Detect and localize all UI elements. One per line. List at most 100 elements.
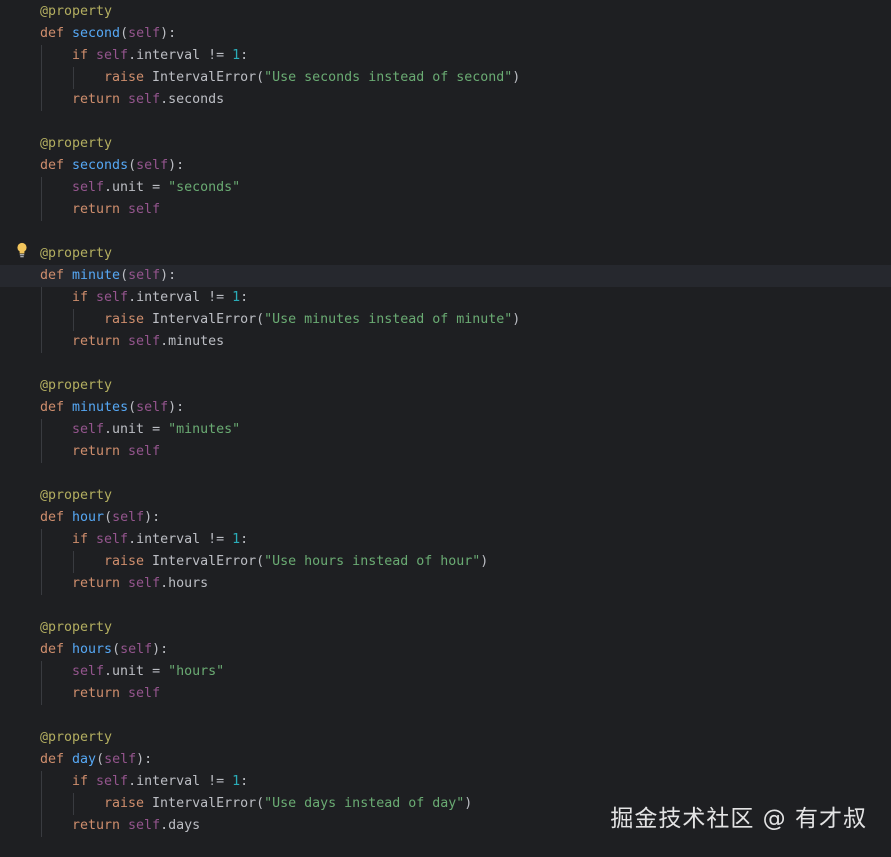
- code-line-content: if self.interval != 1:: [72, 529, 248, 551]
- code-line[interactable]: self.unit = "hours": [0, 661, 891, 683]
- code-token-kw: return: [72, 686, 129, 701]
- code-token-txt: .minutes: [160, 334, 225, 349]
- code-line[interactable]: def seconds(self):: [0, 155, 891, 177]
- code-editor[interactable]: @property def second(self): if self.interv…: [0, 0, 891, 857]
- code-token-txt: ):: [168, 400, 185, 415]
- code-token-slf: self: [72, 664, 105, 679]
- code-line[interactable]: raise IntervalError("Use hours instead o…: [0, 551, 891, 573]
- code-token-txt: (: [96, 752, 105, 767]
- code-line-content: if self.interval != 1:: [72, 45, 248, 67]
- code-line-content: def hours(self):: [40, 639, 168, 661]
- code-token-fn: hours: [72, 642, 113, 657]
- code-line[interactable]: @property: [0, 727, 891, 749]
- code-line[interactable]: return self.seconds: [0, 89, 891, 111]
- code-token-num: 1: [232, 532, 241, 547]
- code-token-txt: .unit =: [104, 422, 169, 437]
- code-token-kw: return: [72, 202, 129, 217]
- code-token-fn: seconds: [72, 158, 129, 173]
- code-line[interactable]: raise IntervalError("Use seconds instead…: [0, 67, 891, 89]
- indent-guide: [73, 551, 74, 573]
- code-line[interactable]: [0, 595, 891, 617]
- code-token-slf: self: [128, 818, 161, 833]
- code-line[interactable]: def hour(self):: [0, 507, 891, 529]
- code-line[interactable]: [0, 463, 891, 485]
- code-line[interactable]: [0, 221, 891, 243]
- code-token-slf: self: [128, 202, 161, 217]
- code-token-txt: ):: [152, 642, 169, 657]
- code-token-slf: self: [96, 774, 129, 789]
- code-token-txt: IntervalError(: [152, 70, 265, 85]
- indent-guide: [41, 815, 42, 837]
- code-line[interactable]: [0, 705, 891, 727]
- code-line-content: return self: [72, 683, 160, 705]
- indent-guide: [73, 309, 74, 331]
- code-line-content: @property: [40, 243, 112, 265]
- code-line[interactable]: return self: [0, 199, 891, 221]
- code-token-fn: second: [72, 26, 121, 41]
- code-line[interactable]: def day(self):: [0, 749, 891, 771]
- code-line[interactable]: self.unit = "minutes": [0, 419, 891, 441]
- code-token-kw: def: [40, 400, 73, 415]
- code-line[interactable]: @property: [0, 1, 891, 23]
- code-line-content: return self: [72, 441, 160, 463]
- indent-guide: [41, 661, 42, 683]
- code-token-dec: @property: [40, 136, 113, 151]
- code-token-slf: self: [96, 48, 129, 63]
- code-token-dec: @property: [40, 4, 113, 19]
- code-token-txt: (: [128, 400, 137, 415]
- code-line[interactable]: raise IntervalError("Use minutes instead…: [0, 309, 891, 331]
- code-token-txt: .seconds: [160, 92, 225, 107]
- code-line[interactable]: @property: [0, 133, 891, 155]
- code-line-content: @property: [40, 727, 112, 749]
- indent-guide: [41, 89, 42, 111]
- code-line-content: return self.minutes: [72, 331, 224, 353]
- code-token-kw: return: [72, 576, 129, 591]
- indent-guide: [41, 177, 42, 199]
- code-line[interactable]: return self: [0, 683, 891, 705]
- code-line[interactable]: def hours(self):: [0, 639, 891, 661]
- code-token-slf: self: [72, 422, 105, 437]
- code-token-txt: ): [464, 796, 473, 811]
- code-line-current[interactable]: def minute(self):: [0, 265, 891, 287]
- code-line[interactable]: @property: [0, 243, 891, 265]
- code-line[interactable]: return self: [0, 441, 891, 463]
- code-line[interactable]: return self.minutes: [0, 331, 891, 353]
- code-line-content: @property: [40, 617, 112, 639]
- code-line-content: raise IntervalError("Use minutes instead…: [104, 309, 520, 331]
- code-line-content: @property: [40, 485, 112, 507]
- code-token-kw: return: [72, 818, 129, 833]
- code-token-slf: self: [128, 268, 161, 283]
- code-token-slf: self: [112, 510, 145, 525]
- code-line[interactable]: return self.hours: [0, 573, 891, 595]
- code-line[interactable]: if self.interval != 1:: [0, 529, 891, 551]
- indent-guide: [41, 67, 42, 89]
- indent-guide: [73, 793, 74, 815]
- code-line[interactable]: self.unit = "seconds": [0, 177, 891, 199]
- code-token-txt: IntervalError(: [152, 796, 265, 811]
- code-line[interactable]: [0, 353, 891, 375]
- code-token-txt: IntervalError(: [152, 554, 265, 569]
- code-line-content: raise IntervalError("Use hours instead o…: [104, 551, 488, 573]
- code-token-slf: self: [96, 532, 129, 547]
- code-line[interactable]: if self.interval != 1:: [0, 287, 891, 309]
- code-token-txt: .interval !=: [128, 48, 233, 63]
- indent-guide: [41, 793, 42, 815]
- code-token-num: 1: [232, 290, 241, 305]
- code-line[interactable]: if self.interval != 1:: [0, 771, 891, 793]
- code-line[interactable]: if self.interval != 1:: [0, 45, 891, 67]
- code-token-txt: ):: [160, 26, 177, 41]
- code-area[interactable]: @property def second(self): if self.interv…: [0, 1, 891, 837]
- code-line-content: def seconds(self):: [40, 155, 184, 177]
- code-line[interactable]: @property: [0, 617, 891, 639]
- code-line-content: self.unit = "minutes": [72, 419, 240, 441]
- code-token-txt: (: [128, 158, 137, 173]
- code-token-str: "Use hours instead of hour": [264, 554, 481, 569]
- code-line[interactable]: def minutes(self):: [0, 397, 891, 419]
- code-line[interactable]: @property: [0, 375, 891, 397]
- code-line[interactable]: [0, 111, 891, 133]
- code-line-content: return self: [72, 199, 160, 221]
- lightbulb-icon[interactable]: [16, 242, 28, 258]
- code-token-txt: .interval !=: [128, 532, 233, 547]
- code-line[interactable]: def second(self):: [0, 23, 891, 45]
- code-line[interactable]: @property: [0, 485, 891, 507]
